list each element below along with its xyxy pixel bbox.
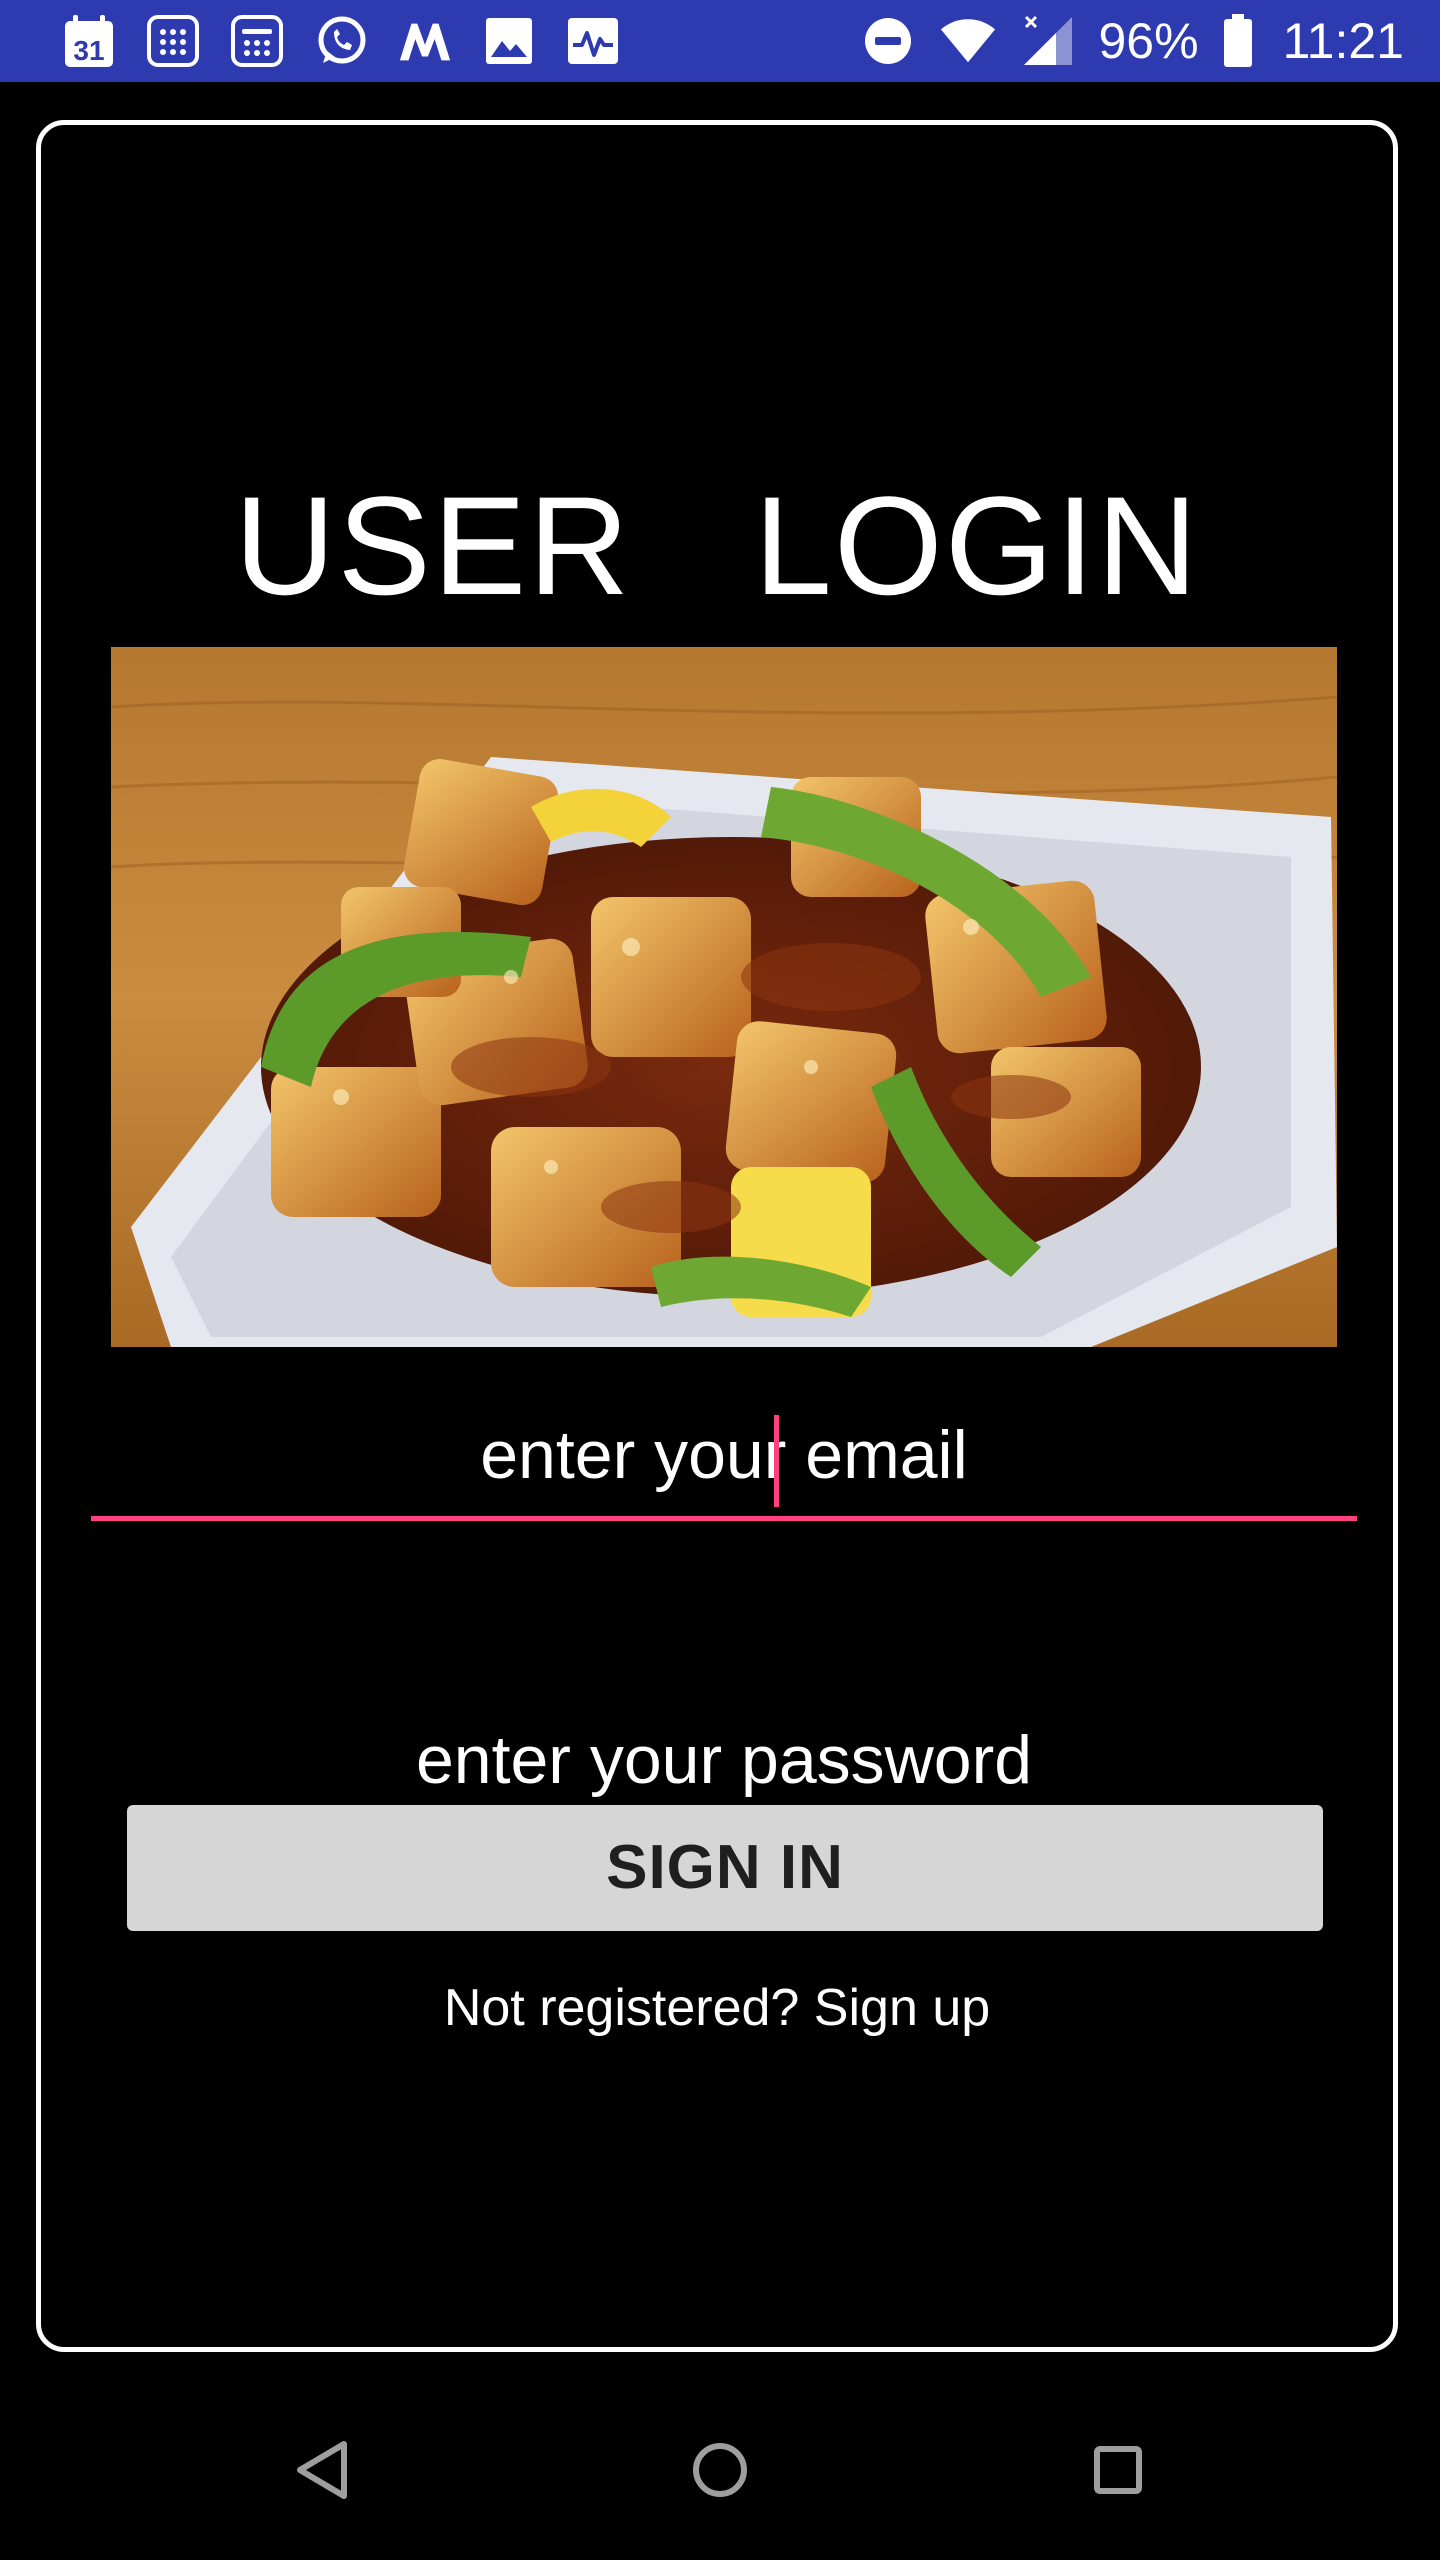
- navigation-bar: [0, 2380, 1440, 2560]
- sign-up-link[interactable]: Not registered? Sign up: [41, 1973, 1393, 2043]
- calendar-day: 31: [73, 35, 104, 66]
- calculator-icon: [144, 12, 202, 70]
- recents-icon[interactable]: [1073, 2425, 1163, 2515]
- whatsapp-icon: [312, 12, 370, 70]
- back-icon[interactable]: [277, 2425, 367, 2515]
- myntra-icon: [396, 12, 454, 70]
- home-icon[interactable]: [675, 2425, 765, 2515]
- status-bar: 31 96% 11:21: [0, 0, 1440, 82]
- text-cursor: [774, 1415, 779, 1507]
- signal-icon: [1019, 12, 1077, 70]
- email-placeholder: enter your email: [480, 1417, 968, 1493]
- notification-icons: 31: [60, 12, 622, 70]
- sign-in-button[interactable]: SIGN IN: [127, 1805, 1323, 1931]
- clock: 11:21: [1282, 13, 1404, 69]
- login-card: USER LOGIN enter your email enter your p…: [36, 120, 1398, 2352]
- calendar-icon: 31: [60, 12, 118, 70]
- calculator-icon: [228, 12, 286, 70]
- email-field[interactable]: enter your email: [91, 1405, 1357, 1521]
- wifi-icon: [939, 12, 997, 70]
- page-title: USER LOGIN: [234, 467, 1200, 624]
- password-field[interactable]: enter your password: [91, 1705, 1357, 1815]
- gallery-icon: [480, 12, 538, 70]
- system-icons: 96% 11:21: [859, 12, 1404, 70]
- battery-percent: 96%: [1098, 13, 1199, 69]
- activity-icon: [564, 12, 622, 70]
- food-image: [111, 647, 1337, 1347]
- do-not-disturb-icon: [859, 12, 917, 70]
- battery-icon: [1221, 12, 1255, 70]
- screen: 31 96% 11:21 USER LOGIN enter your email…: [0, 0, 1440, 2560]
